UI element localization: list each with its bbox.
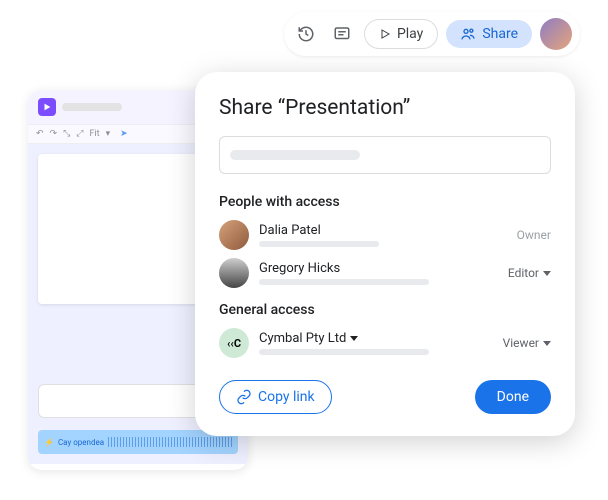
avatar bbox=[219, 258, 249, 288]
done-button[interactable]: Done bbox=[475, 380, 551, 414]
account-avatar[interactable] bbox=[540, 18, 572, 50]
redo-icon[interactable]: ↷ bbox=[50, 129, 58, 139]
chevron-down-icon bbox=[350, 336, 358, 341]
share-label: Share bbox=[482, 26, 518, 42]
audio-title: Cay opendea bbox=[58, 438, 104, 447]
role-dropdown[interactable]: Editor bbox=[508, 266, 551, 280]
doc-title-placeholder bbox=[62, 103, 122, 111]
share-dialog-title: Share “Presentation” bbox=[219, 96, 551, 120]
zoom-in-icon[interactable]: ⤢ bbox=[76, 129, 83, 139]
person-row: Gregory Hicks Editor bbox=[219, 258, 551, 288]
copy-link-button[interactable]: Copy link bbox=[219, 380, 332, 414]
app-logo-icon bbox=[38, 98, 56, 116]
share-people-icon bbox=[460, 26, 476, 42]
comment-icon[interactable] bbox=[328, 20, 356, 48]
person-row: Dalia Patel Owner bbox=[219, 220, 551, 250]
org-avatar: ‹‹C bbox=[219, 328, 249, 358]
play-label: Play bbox=[397, 26, 423, 42]
person-email-placeholder bbox=[259, 279, 429, 285]
chevron-down-icon bbox=[543, 271, 551, 276]
org-row: ‹‹C Cymbal Pty Ltd Viewer bbox=[219, 328, 551, 358]
org-scope-dropdown[interactable]: Cymbal Pty Ltd bbox=[259, 331, 493, 346]
people-with-access-header: People with access bbox=[219, 194, 551, 210]
share-dialog: Share “Presentation” People with access … bbox=[195, 72, 575, 436]
history-icon[interactable] bbox=[292, 20, 320, 48]
role-dropdown[interactable]: Viewer bbox=[503, 336, 551, 350]
person-email-placeholder bbox=[259, 241, 379, 247]
share-button[interactable]: Share bbox=[446, 20, 532, 48]
role-owner-label: Owner bbox=[517, 228, 551, 242]
input-placeholder bbox=[230, 150, 360, 160]
copy-link-label: Copy link bbox=[258, 389, 315, 405]
chevron-down-icon bbox=[543, 341, 551, 346]
person-name: Gregory Hicks bbox=[259, 261, 498, 276]
audio-play-icon[interactable]: ⚡ bbox=[44, 438, 54, 447]
role-label: Editor bbox=[508, 266, 539, 280]
org-sub-placeholder bbox=[259, 349, 429, 355]
zoom-out-icon[interactable]: ⤡ bbox=[63, 129, 70, 139]
role-label: Viewer bbox=[503, 336, 539, 350]
person-name: Dalia Patel bbox=[259, 223, 507, 238]
org-name: Cymbal Pty Ltd bbox=[259, 331, 346, 346]
waveform-icon bbox=[108, 437, 232, 447]
cursor-icon[interactable]: ➤ bbox=[120, 129, 128, 139]
avatar bbox=[219, 220, 249, 250]
play-icon bbox=[379, 28, 391, 40]
link-icon bbox=[236, 389, 252, 405]
undo-icon[interactable]: ↶ bbox=[36, 129, 44, 139]
add-people-input[interactable] bbox=[219, 136, 551, 174]
general-access-header: General access bbox=[219, 302, 551, 318]
top-toolbar: Play Share bbox=[284, 12, 580, 56]
play-button[interactable]: Play bbox=[364, 19, 438, 49]
fit-label[interactable]: Fit bbox=[90, 129, 100, 139]
